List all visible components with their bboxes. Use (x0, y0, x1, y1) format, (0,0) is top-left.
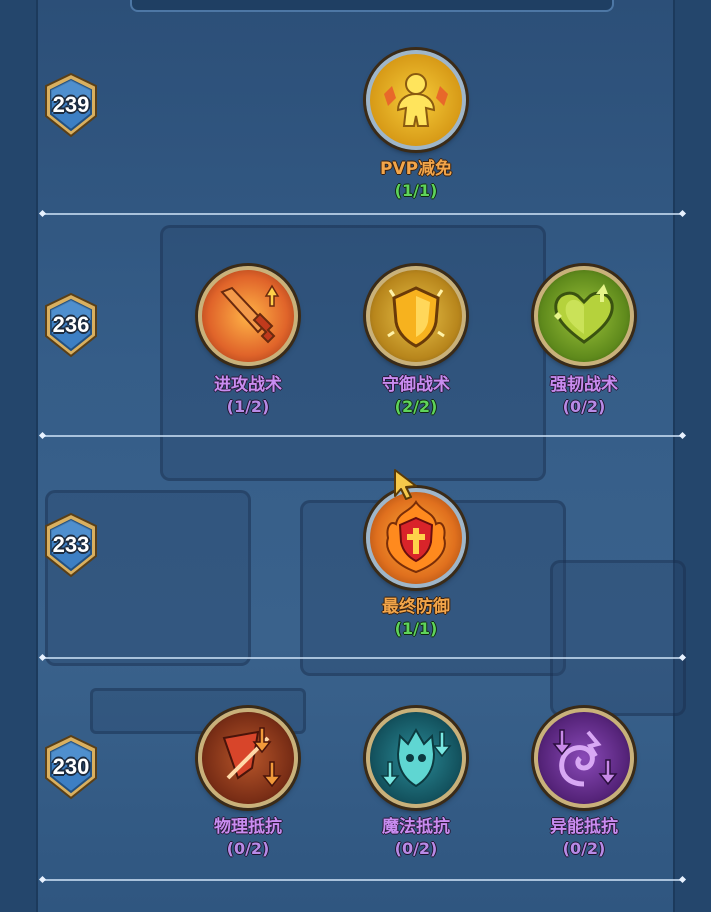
psionic-resist-icon (534, 708, 634, 808)
skill-name: 守御战术 (382, 375, 450, 395)
skill-name: 物理抵抗 (214, 817, 282, 837)
skill-name: 魔法抵抗 (382, 817, 450, 837)
heart-toughness-icon (534, 266, 634, 366)
frame-left-border (0, 0, 38, 912)
skill-progress: (0/2) (226, 839, 270, 858)
top-panel-edge (130, 0, 614, 12)
frame-right-border (673, 0, 711, 912)
tier-divider (42, 213, 683, 215)
tier-level-number: 233 (52, 532, 90, 557)
skill-physical-resist[interactable]: 物理抵抗 (0/2) (178, 708, 318, 858)
skill-name: 进攻战术 (214, 375, 282, 395)
skill-name: PVP减免 (379, 159, 453, 179)
tier-level-badge: 239 (42, 72, 100, 138)
mouse-cursor-icon (392, 468, 420, 504)
skill-psionic-resist[interactable]: 异能抵抗 (0/2) (514, 708, 654, 858)
skill-magic-resist[interactable]: 魔法抵抗 (0/2) (346, 708, 486, 858)
skill-pvp-reduction[interactable]: PVP减免 (1/1) (346, 50, 486, 200)
skill-name: 强韧战术 (550, 375, 618, 395)
skill-defense-tactics[interactable]: 守御战术 (2/2) (346, 266, 486, 416)
skill-name: 最终防御 (382, 597, 450, 617)
physical-resist-icon (198, 708, 298, 808)
skill-final-defense[interactable]: 最终防御 (1/1) (346, 488, 486, 638)
tier-level-number: 236 (52, 312, 90, 337)
skill-name: 异能抵抗 (550, 817, 618, 837)
tier-level-badge: 236 (42, 292, 100, 358)
skill-progress: (1/1) (394, 619, 438, 638)
skill-progress: (1/1) (394, 181, 438, 200)
tier-level-badge: 233 (42, 512, 100, 578)
tier-divider (42, 879, 683, 881)
background-machine (550, 560, 686, 716)
skill-progress: (0/2) (562, 839, 606, 858)
skill-progress: (1/2) (226, 397, 270, 416)
tier-level-number: 230 (52, 754, 90, 779)
sword-attack-icon (198, 266, 298, 366)
pvp-reduction-icon (366, 50, 466, 150)
tier-level-badge: 230 (42, 734, 100, 800)
skill-progress: (0/2) (394, 839, 438, 858)
tier-level-number: 239 (52, 92, 90, 117)
skill-progress: (2/2) (394, 397, 438, 416)
tier-divider (42, 657, 683, 659)
skill-progress: (0/2) (562, 397, 606, 416)
tier-divider (42, 435, 683, 437)
shield-defense-icon (366, 266, 466, 366)
magic-resist-icon (366, 708, 466, 808)
skill-attack-tactics[interactable]: 进攻战术 (1/2) (178, 266, 318, 416)
skill-toughness-tactics[interactable]: 强韧战术 (0/2) (514, 266, 654, 416)
